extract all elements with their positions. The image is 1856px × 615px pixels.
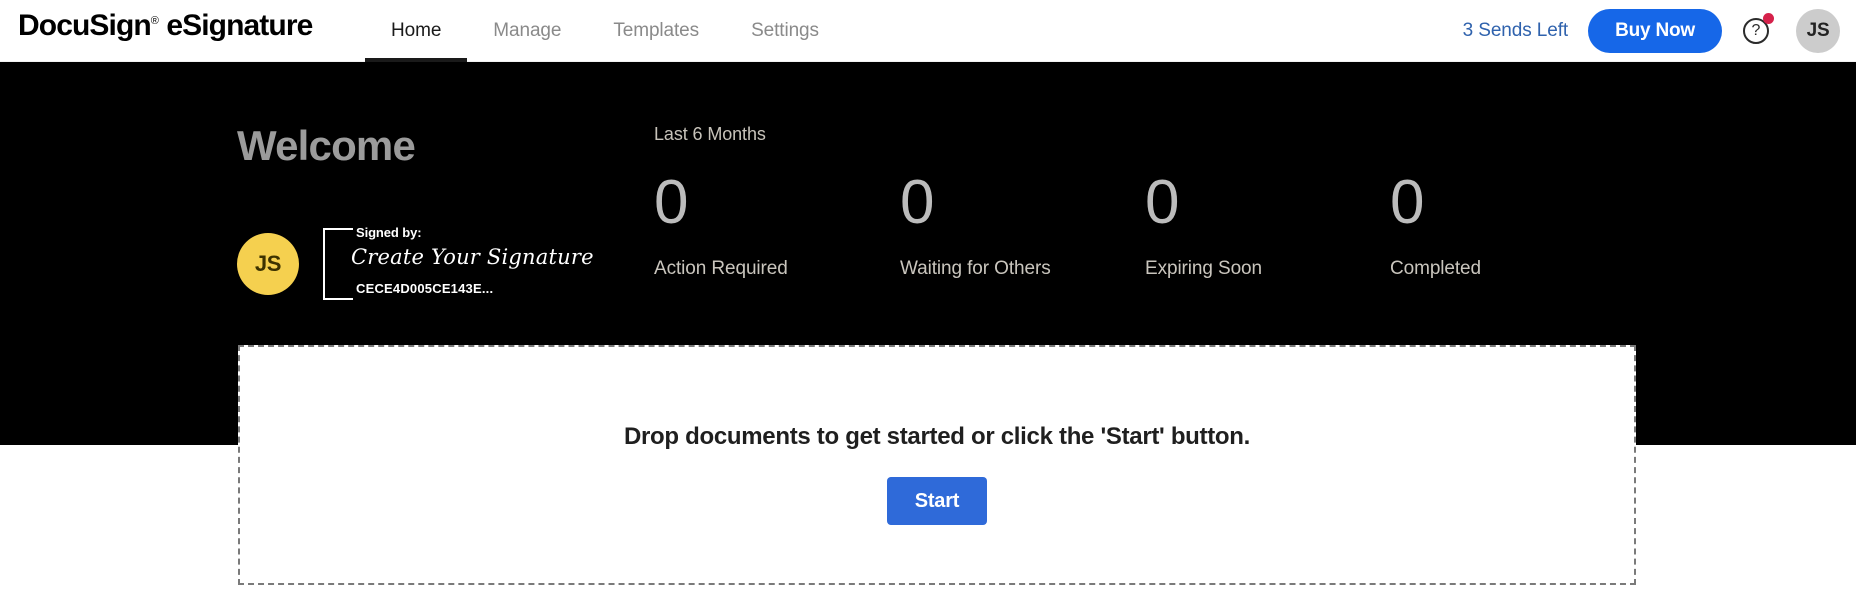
stat-waiting-for-others-value: 0	[900, 168, 934, 237]
notification-dot-icon	[1763, 13, 1774, 24]
envelope-id-text: CECE4D005CE143E...	[356, 281, 494, 296]
signature-bracket-icon	[323, 228, 353, 300]
top-navigation-bar: DocuSign® eSignature Home Manage Templat…	[0, 0, 1856, 62]
tab-settings-label: Settings	[751, 20, 819, 41]
tab-home[interactable]: Home	[365, 0, 468, 62]
stat-expiring-soon[interactable]: 0 Expiring Soon	[1145, 172, 1405, 280]
topbar-right-cluster: 3 Sends Left Buy Now ? JS	[1463, 0, 1840, 62]
document-dropzone[interactable]: Drop documents to get started or click t…	[238, 345, 1636, 585]
tab-templates-label: Templates	[613, 20, 700, 41]
dropzone-message: Drop documents to get started or click t…	[623, 423, 1251, 450]
nav-tab-list: Home Manage Templates Settings	[365, 0, 845, 62]
help-button[interactable]: ?	[1740, 13, 1774, 48]
tab-settings[interactable]: Settings	[725, 0, 845, 62]
user-avatar[interactable]: JS	[1796, 9, 1840, 53]
signature-row: JS Signed by: Create Your Signature CECE…	[237, 225, 594, 300]
stat-completed-value: 0	[1390, 168, 1424, 237]
tab-manage[interactable]: Manage	[467, 0, 587, 62]
signature-avatar: JS	[237, 233, 299, 295]
stat-waiting-for-others-label: Waiting for Others	[900, 258, 1051, 279]
registered-trademark-icon: ®	[150, 15, 159, 27]
welcome-heading: Welcome	[237, 122, 416, 169]
tab-templates[interactable]: Templates	[587, 0, 725, 62]
stat-expiring-soon-label: Expiring Soon	[1145, 258, 1262, 279]
signature-script-text: Create Your Signature	[351, 245, 594, 269]
start-button[interactable]: Start	[887, 477, 987, 525]
stat-action-required-label: Action Required	[654, 258, 788, 279]
signed-by-label: Signed by:	[356, 225, 422, 240]
tab-manage-label: Manage	[493, 20, 562, 41]
stat-expiring-soon-value: 0	[1145, 168, 1179, 237]
stat-completed-label: Completed	[1390, 258, 1481, 279]
brand-name: DocuSign	[18, 9, 152, 42]
signature-card[interactable]: Signed by: Create Your Signature CECE4D0…	[323, 225, 594, 300]
tab-home-label: Home	[391, 20, 442, 41]
stat-action-required-value: 0	[654, 168, 688, 237]
stat-waiting-for-others[interactable]: 0 Waiting for Others	[900, 172, 1160, 280]
stats-period-label: Last 6 Months	[654, 124, 766, 144]
stat-action-required[interactable]: 0 Action Required	[654, 172, 914, 280]
stat-completed[interactable]: 0 Completed	[1390, 172, 1650, 280]
sends-left-link[interactable]: 3 Sends Left	[1463, 20, 1569, 42]
buy-now-button[interactable]: Buy Now	[1588, 9, 1722, 53]
docusign-logo[interactable]: DocuSign® eSignature	[18, 9, 313, 43]
brand-product: eSignature	[166, 9, 313, 42]
